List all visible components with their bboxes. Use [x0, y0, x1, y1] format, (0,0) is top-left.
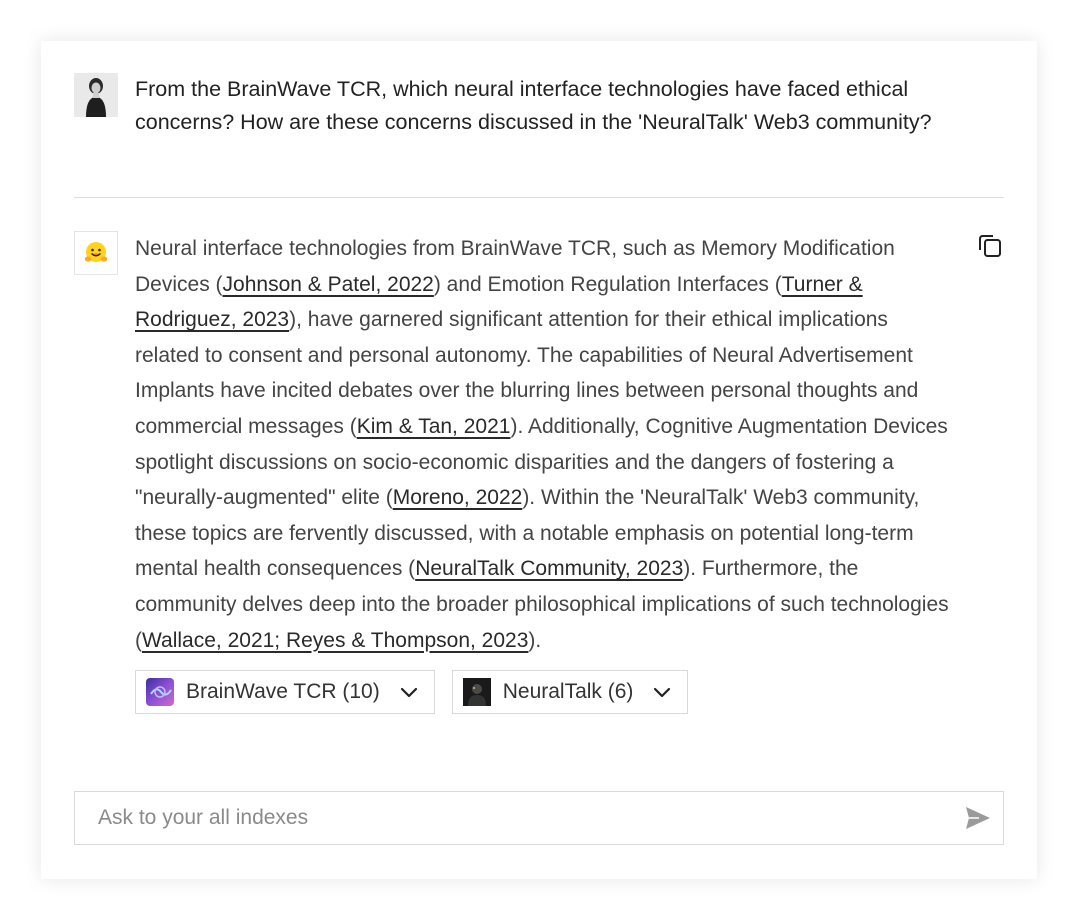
hugging-face-emoji-icon [84, 242, 108, 262]
chevron-down-icon[interactable] [398, 681, 420, 703]
answer-segment: ) and Emotion Regulation Interfaces ( [433, 272, 782, 296]
assistant-message: Neural interface technologies from Brain… [74, 231, 1004, 715]
citation-link[interactable]: NeuralTalk Community, 2023 [415, 557, 683, 580]
user-message: From the BrainWave TCR, which neural int… [74, 73, 1004, 139]
source-chip-label: NeuralTalk (6) [502, 680, 634, 704]
divider [74, 197, 1004, 198]
send-icon[interactable] [965, 806, 991, 830]
assistant-avatar [74, 231, 118, 275]
user-avatar [74, 73, 118, 117]
citation-link[interactable]: Moreno, 2022 [393, 486, 523, 509]
answer-segment: ). [528, 628, 542, 652]
citation-link[interactable]: Kim & Tan, 2021 [357, 415, 511, 438]
citation-link[interactable]: Wallace, 2021; Reyes & Thompson, 2023 [142, 629, 528, 652]
source-chips: BrainWave TCR (10) NeuralTalk (6) [135, 670, 955, 715]
brainwave-thumbnail-icon [146, 678, 174, 707]
chevron-down-icon[interactable] [651, 681, 673, 703]
copy-icon[interactable] [976, 231, 1004, 261]
neuraltalk-thumbnail-icon [462, 678, 491, 707]
citation-link[interactable]: Johnson & Patel, 2022 [223, 273, 434, 296]
source-chip-label: BrainWave TCR (10) [186, 680, 380, 704]
ask-input-box [74, 791, 1004, 845]
answer-column: Neural interface technologies from Brain… [135, 231, 955, 715]
chat-card: From the BrainWave TCR, which neural int… [41, 41, 1037, 879]
ask-input[interactable] [96, 805, 950, 831]
answer-text: Neural interface technologies from Brain… [135, 231, 955, 658]
source-chip[interactable]: NeuralTalk (6) [451, 670, 689, 715]
user-question: From the BrainWave TCR, which neural int… [135, 77, 932, 134]
source-chip[interactable]: BrainWave TCR (10) [135, 670, 435, 715]
